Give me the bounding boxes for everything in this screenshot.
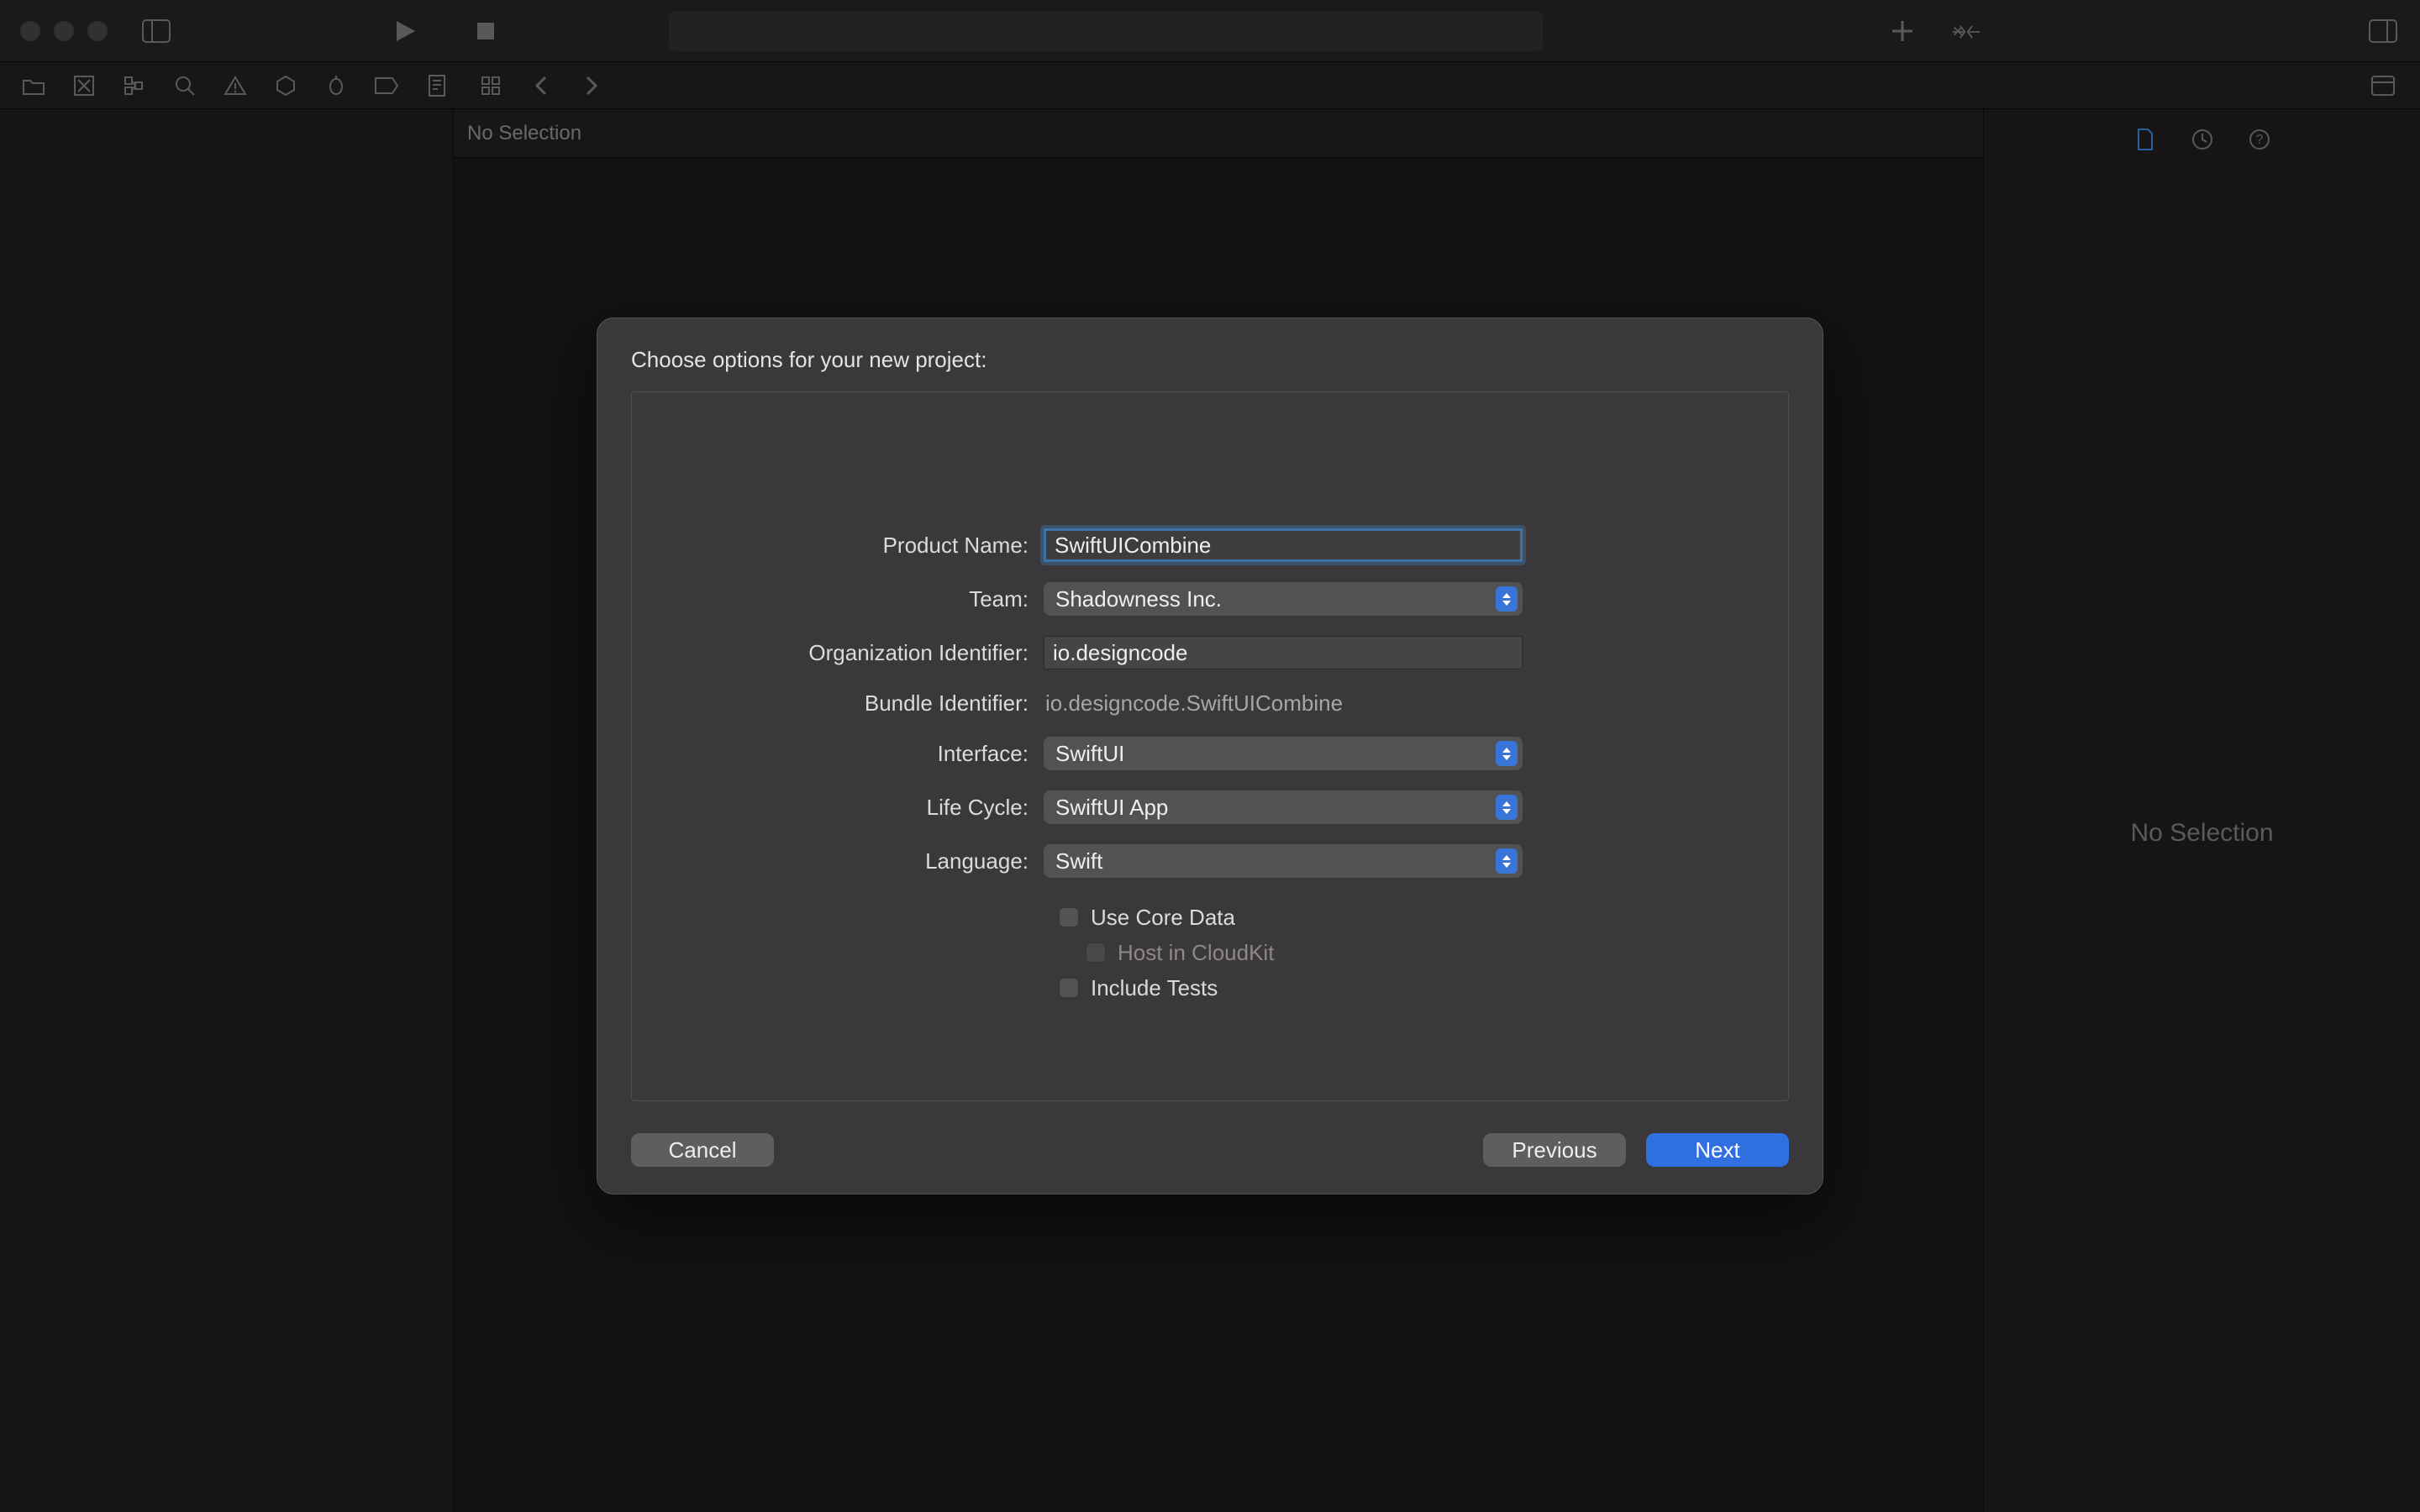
- interface-label: Interface:: [691, 741, 1044, 767]
- bundle-id-value: io.designcode.SwiftUICombine: [1044, 686, 1523, 720]
- popup-arrows-icon: [1496, 586, 1518, 612]
- team-popup[interactable]: Shadowness Inc.: [1044, 582, 1523, 616]
- use-core-data-label: Use Core Data: [1091, 905, 1235, 931]
- dialog-button-bar: Cancel Previous Next: [631, 1133, 1789, 1167]
- org-id-value: io.designcode: [1053, 640, 1187, 666]
- interface-popup[interactable]: SwiftUI: [1044, 737, 1523, 770]
- popup-arrows-icon: [1496, 741, 1518, 766]
- org-id-label: Organization Identifier:: [691, 640, 1044, 666]
- team-label: Team:: [691, 586, 1044, 612]
- host-in-cloudkit-checkbox[interactable]: [1086, 942, 1106, 963]
- org-id-field[interactable]: io.designcode: [1044, 636, 1523, 669]
- popup-arrows-icon: [1496, 795, 1518, 820]
- product-name-value: SwiftUICombine: [1055, 533, 1211, 559]
- life-cycle-label: Life Cycle:: [691, 795, 1044, 821]
- product-name-field[interactable]: SwiftUICombine: [1044, 528, 1523, 562]
- previous-button[interactable]: Previous: [1483, 1133, 1626, 1167]
- next-button[interactable]: Next: [1646, 1133, 1789, 1167]
- language-value: Swift: [1055, 848, 1102, 874]
- popup-arrows-icon: [1496, 848, 1518, 874]
- include-tests-label: Include Tests: [1091, 975, 1218, 1001]
- life-cycle-popup[interactable]: SwiftUI App: [1044, 790, 1523, 824]
- interface-value: SwiftUI: [1055, 741, 1124, 767]
- language-label: Language:: [691, 848, 1044, 874]
- language-popup[interactable]: Swift: [1044, 844, 1523, 878]
- new-project-options-dialog: Choose options for your new project: Pro…: [597, 318, 1823, 1194]
- host-in-cloudkit-label: Host in CloudKit: [1118, 940, 1274, 966]
- team-value: Shadowness Inc.: [1055, 586, 1222, 612]
- include-tests-checkbox[interactable]: [1059, 978, 1079, 998]
- bundle-id-label: Bundle Identifier:: [691, 690, 1044, 717]
- cancel-button[interactable]: Cancel: [631, 1133, 774, 1167]
- life-cycle-value: SwiftUI App: [1055, 795, 1168, 821]
- dialog-form: Product Name: SwiftUICombine Team: Shado…: [631, 391, 1789, 1101]
- product-name-label: Product Name:: [691, 533, 1044, 559]
- use-core-data-checkbox[interactable]: [1059, 907, 1079, 927]
- dialog-title: Choose options for your new project:: [631, 347, 1789, 373]
